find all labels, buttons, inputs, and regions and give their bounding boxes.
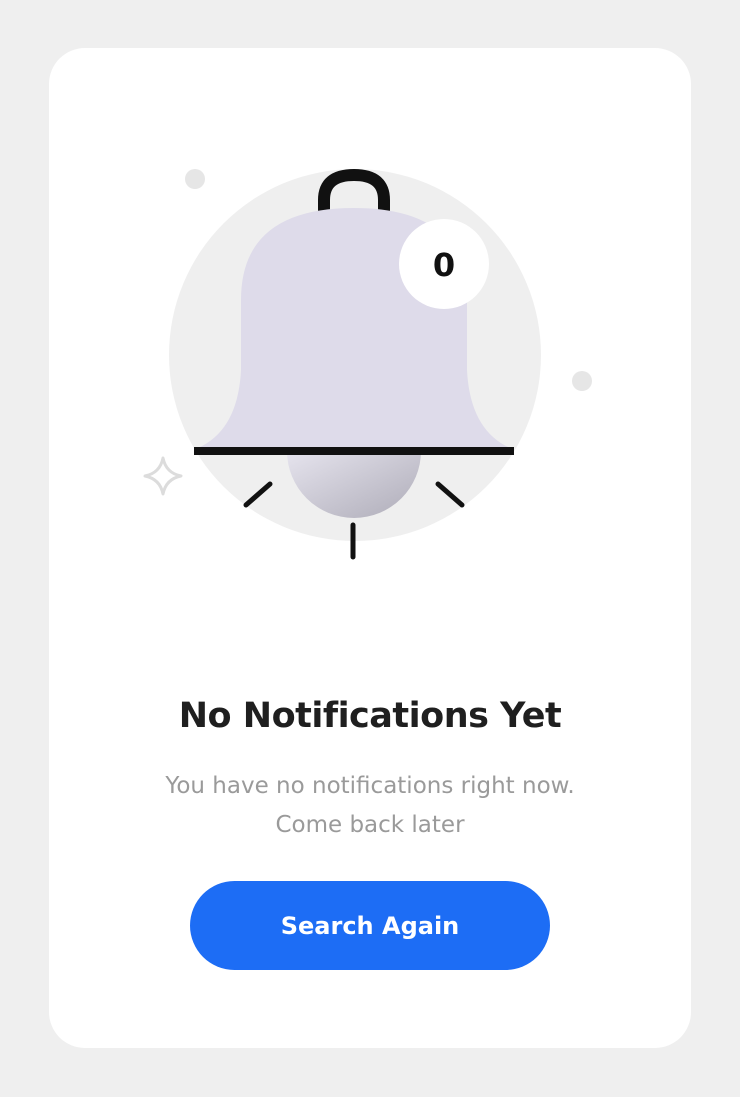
decor-dot-top-left [185,169,205,189]
search-again-button[interactable]: Search Again [190,881,550,970]
notification-badge-count: 0 [433,246,455,284]
empty-state-message-line-1: You have no notifications right now. [165,773,575,799]
empty-state-message: You have no notifications right now. Com… [0,767,740,845]
decor-dot-right [572,371,592,391]
empty-state-message-line-2: Come back later [275,812,465,838]
sparkle-icon [143,456,183,496]
notification-illustration: 0 [143,168,592,560]
empty-state-title: No Notifications Yet [178,696,562,736]
